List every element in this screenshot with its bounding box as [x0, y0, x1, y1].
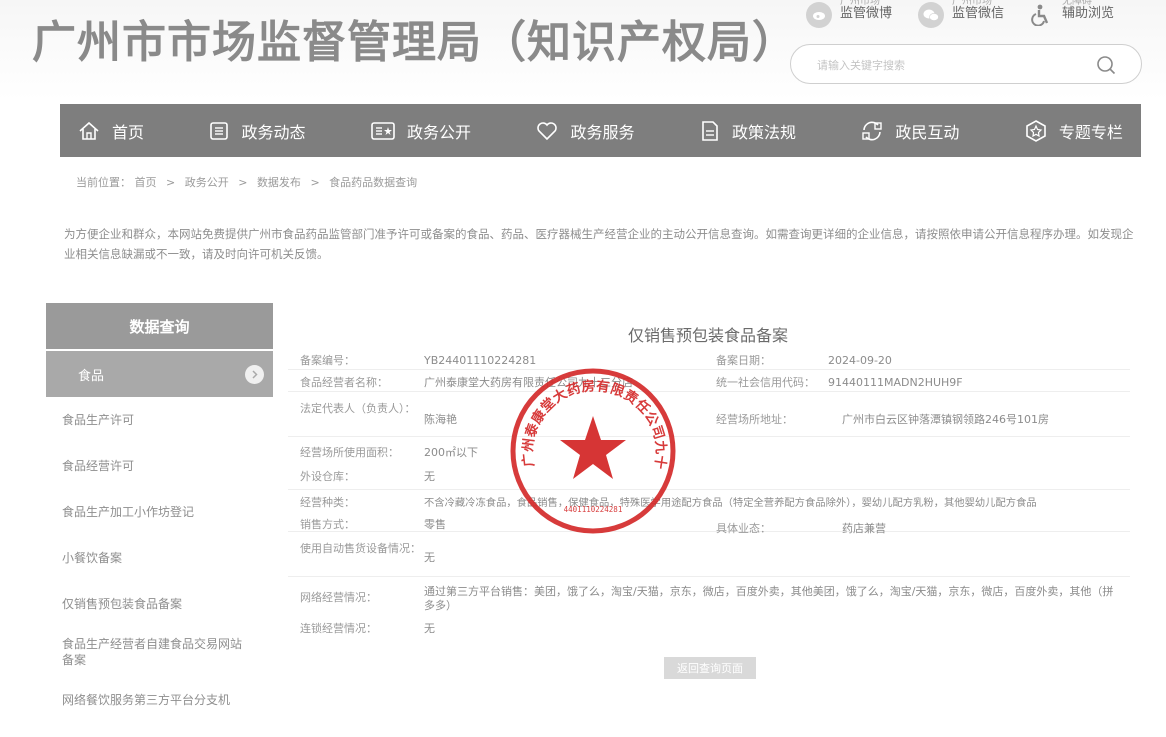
weibo-icon	[806, 2, 832, 28]
news-icon	[210, 121, 229, 140]
credit-code-value: 91440111MADN2HUH9F	[828, 376, 963, 389]
breadcrumb: 当前位置： 首页 > 政务公开 > 数据发布 > 食品药品数据查询	[76, 174, 417, 190]
breadcrumb-prefix: 当前位置：	[76, 176, 131, 189]
accessibility-link[interactable]: 无障碍 辅助浏览	[1028, 0, 1114, 32]
record-date-value: 2024-09-20	[828, 354, 892, 367]
record-table: 备案编号： YB24401110224281 备案日期： 2024-09-20 …	[288, 346, 1130, 646]
nav-item-label: 政务公开	[406, 122, 471, 142]
credit-code-label: 统一社会信用代码：	[716, 376, 815, 389]
breadcrumb-separator: >	[166, 176, 176, 189]
search-icon	[1097, 56, 1116, 75]
online-value: 通过第三方平台销售：美团，饿了么，淘宝/天猫，京东，微店，百度外卖，其他美团，饿…	[424, 585, 1114, 612]
sidebar-item-label: 食品	[78, 368, 105, 384]
weibo-link[interactable]: 广州市场 监管微博	[806, 0, 892, 32]
nav-item-label: 政务动态	[241, 122, 306, 142]
sales-mode-value: 零售	[424, 518, 446, 531]
row-divider	[288, 576, 1130, 577]
sales-mode-label: 销售方式：	[300, 518, 355, 531]
sidebar-item-trading-website[interactable]: 食品生产经营者自建食品交易网站备案	[62, 636, 252, 668]
public-icon	[371, 121, 395, 140]
legal-rep-value: 陈海艳	[424, 413, 457, 426]
nav-item-services[interactable]: 政务服务	[536, 119, 634, 143]
sidebar-item-small-catering[interactable]: 小餐饮备案	[62, 550, 262, 566]
search-input[interactable]	[817, 54, 1077, 76]
warehouse-label: 外设仓库：	[300, 470, 355, 483]
sidebar-item-third-party-platform[interactable]: 网络餐饮服务第三方平台分支机	[62, 692, 262, 708]
address-label: 经营场所地址：	[716, 413, 793, 426]
nav-item-label: 政民互动	[895, 122, 960, 142]
wechat-link-label: 监管微信	[952, 6, 1005, 21]
accessibility-link-label: 辅助浏览	[1062, 6, 1115, 21]
heart-icon	[537, 121, 558, 140]
row-divider	[288, 369, 1130, 370]
warehouse-value: 无	[424, 470, 435, 483]
breadcrumb-separator: >	[238, 176, 248, 189]
intro-text: 为方便企业和群众，本网站免费提供广州市食品药品监管部门准予许可或备案的食品、药品…	[64, 227, 1134, 261]
breadcrumb-home[interactable]: 首页	[135, 176, 157, 189]
document-icon	[702, 120, 718, 141]
record-no-label: 备案编号：	[300, 354, 355, 367]
site-header: 广州市市场监督管理局（知识产权局） 广州市场 监管微博 广州市场 监管微信 无障…	[0, 0, 1166, 100]
record-no-value: YB24401110224281	[424, 354, 537, 367]
chain-label: 连锁经营情况：	[300, 622, 377, 635]
home-icon	[79, 121, 99, 140]
operator-value: 广州泰康堂大药房有限责任公司九十三分店	[424, 376, 633, 389]
chevron-right-icon	[245, 364, 264, 384]
accessibility-icon	[1028, 2, 1054, 28]
sidebar-item-business-license[interactable]: 食品经营许可	[62, 458, 262, 474]
category-value: 不含冷藏冷冻食品，食品销售，保健食品，特殊医学用途配方食品（特定全营养配方食品除…	[424, 497, 1037, 509]
wechat-link[interactable]: 广州市场 监管微信	[918, 0, 1004, 32]
wechat-icon	[918, 2, 944, 28]
breadcrumb-data[interactable]: 数据发布	[257, 176, 301, 189]
vending-value: 无	[424, 551, 435, 564]
nav-item-label: 首页	[112, 122, 145, 142]
row-divider	[288, 436, 1130, 437]
nav-item-label: 专题专栏	[1058, 122, 1123, 142]
interaction-icon	[862, 120, 883, 141]
row-divider	[288, 531, 1130, 532]
sidebar-item-production-license[interactable]: 食品生产许可	[62, 412, 262, 428]
online-label: 网络经营情况：	[300, 591, 377, 604]
sidebar-title: 数据查询	[46, 303, 273, 349]
record-title: 仅销售预包装食品备案	[628, 326, 789, 345]
category-label: 经营种类：	[300, 496, 355, 509]
nav-item-label: 政策法规	[731, 122, 796, 142]
breadcrumb-public[interactable]: 政务公开	[185, 176, 229, 189]
record-date-label: 备案日期：	[716, 354, 771, 367]
sidebar-item-prepackaged[interactable]: 仅销售预包装食品备案	[62, 596, 262, 612]
business-value: 药店兼营	[842, 522, 886, 535]
weibo-link-label: 监管微博	[840, 6, 893, 21]
search-box	[790, 44, 1142, 84]
nav-item-interaction[interactable]: 政民互动	[861, 119, 959, 143]
area-label: 经营场所使用面积：	[300, 446, 399, 459]
nav-item-news[interactable]: 政务动态	[209, 119, 306, 143]
operator-label: 食品经营者名称：	[300, 376, 388, 389]
site-title: 广州市市场监督管理局（知识产权局）	[32, 17, 797, 68]
legal-rep-label: 法定代表人（负责人）：	[300, 402, 416, 415]
chain-value: 无	[424, 622, 435, 635]
nav-item-label: 政务服务	[570, 122, 635, 142]
nav-item-policy[interactable]: 政策法规	[700, 119, 796, 143]
nav-item-public[interactable]: 政务公开	[371, 119, 471, 143]
breadcrumb-current[interactable]: 食品药品数据查询	[329, 176, 417, 189]
area-value: 200㎡以下	[424, 446, 478, 459]
main-nav: 首页 政务动态 政务公开 政务服务 政策法规 政民互动 专题专栏	[60, 104, 1141, 157]
address-value: 广州市白云区钟落潭镇钢领路246号101房	[842, 413, 1049, 426]
row-divider	[288, 391, 1130, 392]
special-icon	[1026, 119, 1046, 142]
search-button[interactable]	[1093, 52, 1119, 78]
business-label: 具体业态：	[716, 522, 771, 535]
nav-item-home[interactable]: 首页	[78, 119, 144, 143]
vending-label: 使用自动售货设备情况：	[300, 542, 421, 555]
row-divider	[288, 489, 1130, 490]
nav-item-special[interactable]: 专题专栏	[1025, 119, 1123, 143]
sidebar-item-workshop[interactable]: 食品生产加工小作坊登记	[62, 504, 262, 520]
breadcrumb-separator: >	[310, 176, 320, 189]
sidebar: 数据查询 食品 食品生产许可 食品经营许可 食品生产加工小作坊登记 小餐饮备案 …	[46, 303, 273, 707]
back-to-query-button[interactable]: 返回查询页面	[664, 657, 756, 679]
sidebar-item-food[interactable]: 食品	[46, 351, 273, 397]
